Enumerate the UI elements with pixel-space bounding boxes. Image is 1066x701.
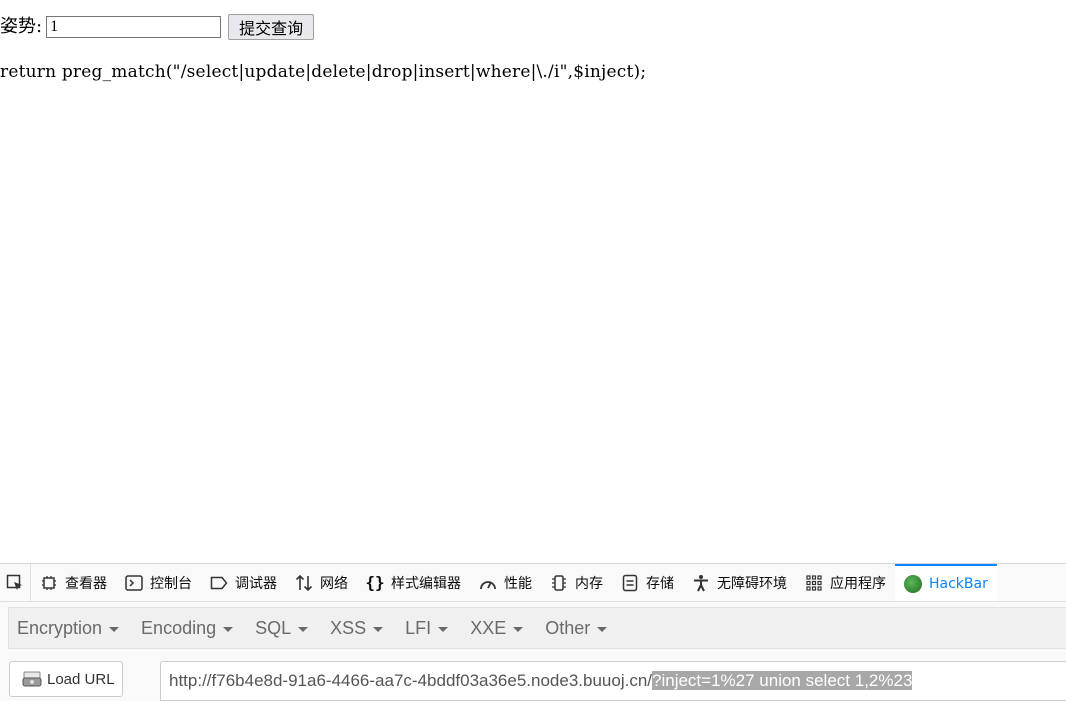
url-base-text: http://f76b4e8d-91a6-4466-aa7c-4bddf03a3… [169,671,653,690]
devtools-toolbar: 查看器 控制台 调试器 网络 {} 样式编辑器 性能 内存 存储 无障碍环境 应… [0,564,1066,602]
tab-network[interactable]: 网络 [286,564,357,601]
tab-debugger[interactable]: 调试器 [201,564,286,601]
tab-console[interactable]: 控制台 [116,564,201,601]
tab-memory[interactable]: 内存 [541,564,612,601]
application-icon [805,574,823,592]
menu-label: XXE [470,617,507,638]
load-url-label: Load URL [47,670,115,688]
console-icon [125,574,143,592]
menu-label: Encoding [141,617,217,638]
style-editor-icon: {} [365,573,385,592]
tab-hackbar[interactable]: HackBar [895,564,997,601]
inject-form: 姿势: 提交查询 [0,13,315,41]
form-label: 姿势: [0,16,43,37]
tab-label: 样式编辑器 [391,575,461,592]
hackbar-icon [904,574,922,593]
menu-xss[interactable]: XSS [330,617,384,639]
menu-encoding[interactable]: Encoding [141,617,234,639]
hackbar-menu: Encryption Encoding SQL XSS LFI XXE Othe… [8,607,1066,649]
menu-label: SQL [255,617,292,638]
submit-button[interactable]: 提交查询 [228,14,315,40]
tab-style-editor[interactable]: {} 样式编辑器 [357,564,470,601]
tab-label: 无障碍环境 [717,575,787,592]
tab-inspector[interactable]: 查看器 [31,564,116,601]
storage-icon [621,574,639,592]
tab-label: 应用程序 [830,575,886,592]
chevron-down-icon [597,626,608,632]
inject-input[interactable] [46,16,222,38]
chevron-down-icon [513,626,524,632]
network-icon [295,574,313,592]
element-picker-icon[interactable] [0,564,31,601]
chevron-down-icon [373,626,384,632]
url-selected-text: ?inject=1%27 union select 1,2%23 [652,671,913,690]
menu-label: Encryption [17,617,103,638]
menu-label: LFI [405,617,432,638]
load-url-icon [22,671,42,687]
tab-label: 控制台 [150,575,192,592]
tab-label: 内存 [575,575,603,592]
memory-icon [550,574,568,592]
chevron-down-icon [298,626,309,632]
menu-label: XSS [330,617,367,638]
chevron-down-icon [223,626,234,632]
tab-label: 存储 [646,575,674,592]
chevron-down-icon [438,626,449,632]
tab-label: 查看器 [65,575,107,592]
menu-lfi[interactable]: LFI [405,617,449,639]
menu-sql[interactable]: SQL [255,617,309,639]
menu-other[interactable]: Other [545,617,608,639]
menu-label: Other [545,617,591,638]
load-url-button[interactable]: Load URL [9,661,123,697]
tab-storage[interactable]: 存储 [612,564,683,601]
inspector-icon [40,574,58,592]
filter-code-line: return preg_match("/select|update|delete… [0,62,647,82]
tab-performance[interactable]: 性能 [470,564,541,601]
menu-encryption[interactable]: Encryption [17,617,120,639]
performance-icon [479,574,497,592]
tab-label: 网络 [320,575,348,592]
tab-label: 调试器 [235,575,277,592]
tab-label: HackBar [929,575,988,592]
accessibility-icon [692,574,710,592]
tab-accessibility[interactable]: 无障碍环境 [683,564,796,601]
tab-application[interactable]: 应用程序 [796,564,895,601]
chevron-down-icon [109,626,120,632]
devtools-panel: 查看器 控制台 调试器 网络 {} 样式编辑器 性能 内存 存储 无障碍环境 应… [0,563,1066,701]
tab-label: 性能 [504,575,532,592]
debugger-icon [210,574,228,592]
menu-xxe[interactable]: XXE [470,617,524,639]
url-textarea[interactable]: http://f76b4e8d-91a6-4466-aa7c-4bddf03a3… [160,661,1066,701]
